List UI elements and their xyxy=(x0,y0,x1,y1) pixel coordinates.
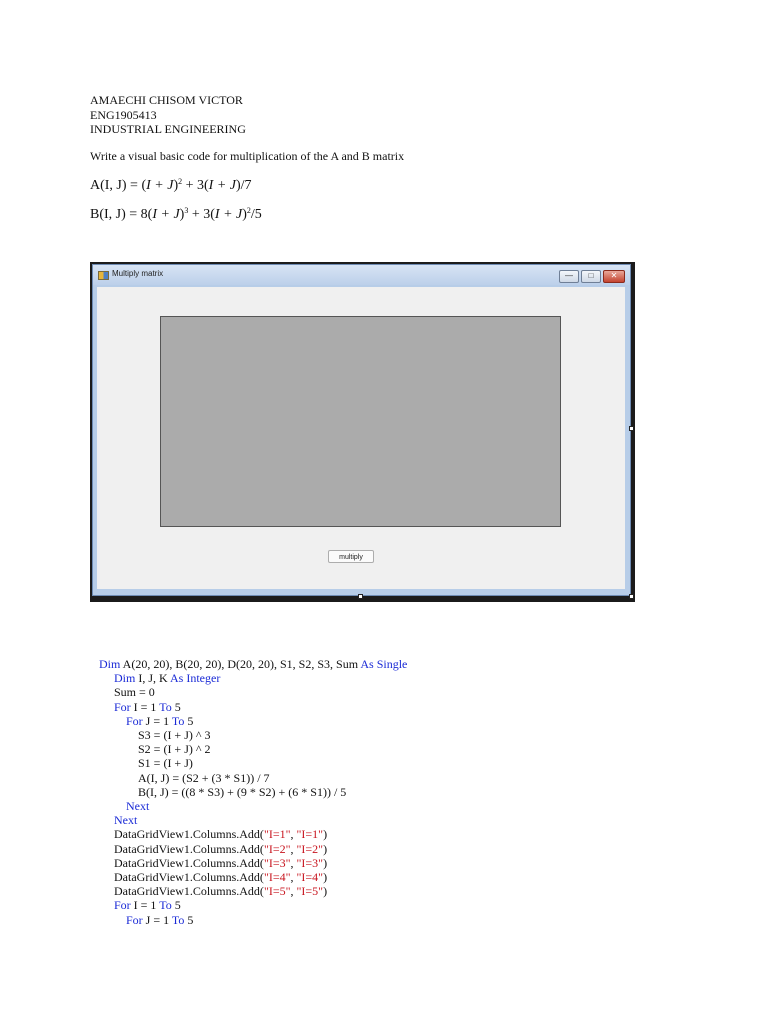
code-keyword: For xyxy=(114,699,131,714)
code-keyword: To xyxy=(171,912,185,927)
code-line: For I = 1 To 5 xyxy=(114,898,181,912)
code-text: 5 xyxy=(171,699,181,714)
data-grid-view[interactable] xyxy=(160,316,561,527)
code-text: 5 xyxy=(184,912,194,927)
code-text: A(20, 20), B(20, 20), D(20, 20), S1, S2,… xyxy=(120,657,361,671)
eq-a-var1: I + J xyxy=(146,178,174,193)
form-titlebar[interactable]: Multiply matrix — □ ✕ xyxy=(93,265,630,285)
code-text: I = 1 xyxy=(130,898,160,913)
equation-b: B(I, J) = 8(I + J)3 + 3(I + J)2/5 xyxy=(90,206,262,223)
code-line: S1 = (I + J) xyxy=(138,756,193,771)
close-button[interactable]: ✕ xyxy=(603,270,625,283)
eq-a-m2: + 3( xyxy=(182,178,209,193)
code-text: ) xyxy=(323,827,328,842)
code-line: DataGridView1.Columns.Add("I=4", "I=4") xyxy=(114,870,327,884)
code-line: DataGridView1.Columns.Add("I=3", "I=3") xyxy=(114,856,327,870)
task-statement: Write a visual basic code for multiplica… xyxy=(90,149,405,163)
code-string: "I=3" xyxy=(296,855,324,870)
form-window: Multiply matrix — □ ✕ multiply xyxy=(92,264,631,596)
code-keyword: As Integer xyxy=(170,671,221,686)
minimize-button[interactable]: — xyxy=(559,270,579,283)
eq-a-var2: I + J xyxy=(208,178,236,193)
maximize-icon: □ xyxy=(588,271,594,280)
code-line: For J = 1 To 5 xyxy=(126,714,193,728)
code-line: DataGridView1.Columns.Add("I=2", "I=2") xyxy=(114,842,327,856)
minimize-icon: — xyxy=(565,271,573,280)
code-keyword: To xyxy=(159,898,172,913)
code-string: "I=5" xyxy=(296,884,324,899)
form-title: Multiply matrix xyxy=(112,269,164,278)
eq-a-tail: )/7 xyxy=(236,178,252,193)
code-string: "I=1" xyxy=(296,827,324,842)
close-icon: ✕ xyxy=(610,271,618,280)
code-line: S3 = (I + J) ^ 3 xyxy=(138,728,211,742)
code-text: 5 xyxy=(184,713,194,728)
code-text: DataGridView1.Columns.Add( xyxy=(114,884,264,899)
code-keyword: As Single xyxy=(360,657,408,671)
code-text: ) xyxy=(323,870,328,884)
department: INDUSTRIAL ENGINEERING xyxy=(90,122,246,136)
code-keyword: For xyxy=(126,713,143,728)
multiply-button[interactable]: multiply xyxy=(328,550,374,563)
resize-handle-bottom[interactable] xyxy=(358,594,363,599)
registration-number: ENG1905413 xyxy=(90,107,157,122)
code-line: S2 = (I + J) ^ 2 xyxy=(138,742,211,757)
resize-handle-corner[interactable] xyxy=(629,594,634,599)
student-name: AMAECHI CHISOM VICTOR xyxy=(90,93,243,107)
code-text: J = 1 xyxy=(142,713,172,728)
code-text: 5 xyxy=(171,898,181,913)
eq-b-var2: I + J xyxy=(214,207,243,222)
resize-handle-right[interactable] xyxy=(629,426,634,431)
student-header: AMAECHI CHISOM VICTOR ENG1905413 INDUSTR… xyxy=(90,93,246,137)
code-keyword: For xyxy=(114,898,131,913)
code-text: DataGridView1.Columns.Add( xyxy=(114,855,264,870)
code-keyword: To xyxy=(159,699,172,714)
code-string: "I=4" xyxy=(296,870,324,884)
code-string: "I=5" xyxy=(263,884,291,899)
code-keyword: Dim xyxy=(114,671,136,686)
code-string: "I=2" xyxy=(263,841,291,856)
eq-b-lhs: B(I, J) = 8( xyxy=(90,207,153,222)
code-text: DataGridView1.Columns.Add( xyxy=(114,827,264,842)
code-string: "I=3" xyxy=(263,855,291,870)
code-line: Next xyxy=(114,813,138,828)
app-icon xyxy=(98,271,109,280)
form-screenshot: Multiply matrix — □ ✕ multiply xyxy=(90,262,635,602)
code-line: DataGridView1.Columns.Add("I=1", "I=1") xyxy=(114,827,327,841)
code-line: Dim A(20, 20), B(20, 20), D(20, 20), S1,… xyxy=(99,657,407,671)
code-line: A(I, J) = (S2 + (3 * S1)) / 7 xyxy=(138,770,270,785)
code-text: ) xyxy=(323,884,328,899)
code-line: For J = 1 To 5 xyxy=(126,913,193,927)
eq-b-m2: + 3( xyxy=(188,207,215,222)
code-text: ) xyxy=(323,855,328,870)
code-line: For I = 1 To 5 xyxy=(114,700,181,714)
equation-a: A(I, J) = (I + J)2 + 3(I + J)/7 xyxy=(90,177,252,194)
form-client-area: multiply xyxy=(97,287,625,589)
code-text: I, J, K xyxy=(135,671,171,686)
code-text: DataGridView1.Columns.Add( xyxy=(114,841,264,856)
code-text: J = 1 xyxy=(142,912,172,927)
code-string: "I=4" xyxy=(263,870,291,884)
code-line: Dim I, J, K As Integer xyxy=(114,671,220,685)
code-line: Sum = 0 xyxy=(114,685,155,700)
code-keyword: For xyxy=(126,912,143,927)
code-text: I = 1 xyxy=(130,699,160,714)
eq-b-var1: I + J xyxy=(152,207,180,222)
code-text: DataGridView1.Columns.Add( xyxy=(114,870,264,884)
code-line: DataGridView1.Columns.Add("I=5", "I=5") xyxy=(114,884,327,898)
code-line: Next xyxy=(126,799,150,813)
code-text: ) xyxy=(323,841,328,856)
eq-a-lhs: A(I, J) = ( xyxy=(90,178,147,193)
code-string: "I=2" xyxy=(296,841,324,856)
maximize-button[interactable]: □ xyxy=(581,270,601,283)
code-keyword: Dim xyxy=(99,657,121,671)
code-keyword: To xyxy=(171,713,185,728)
eq-b-tail: /5 xyxy=(250,207,262,222)
code-string: "I=1" xyxy=(263,827,291,842)
code-line: B(I, J) = ((8 * S3) + (9 * S2) + (6 * S1… xyxy=(138,784,347,799)
